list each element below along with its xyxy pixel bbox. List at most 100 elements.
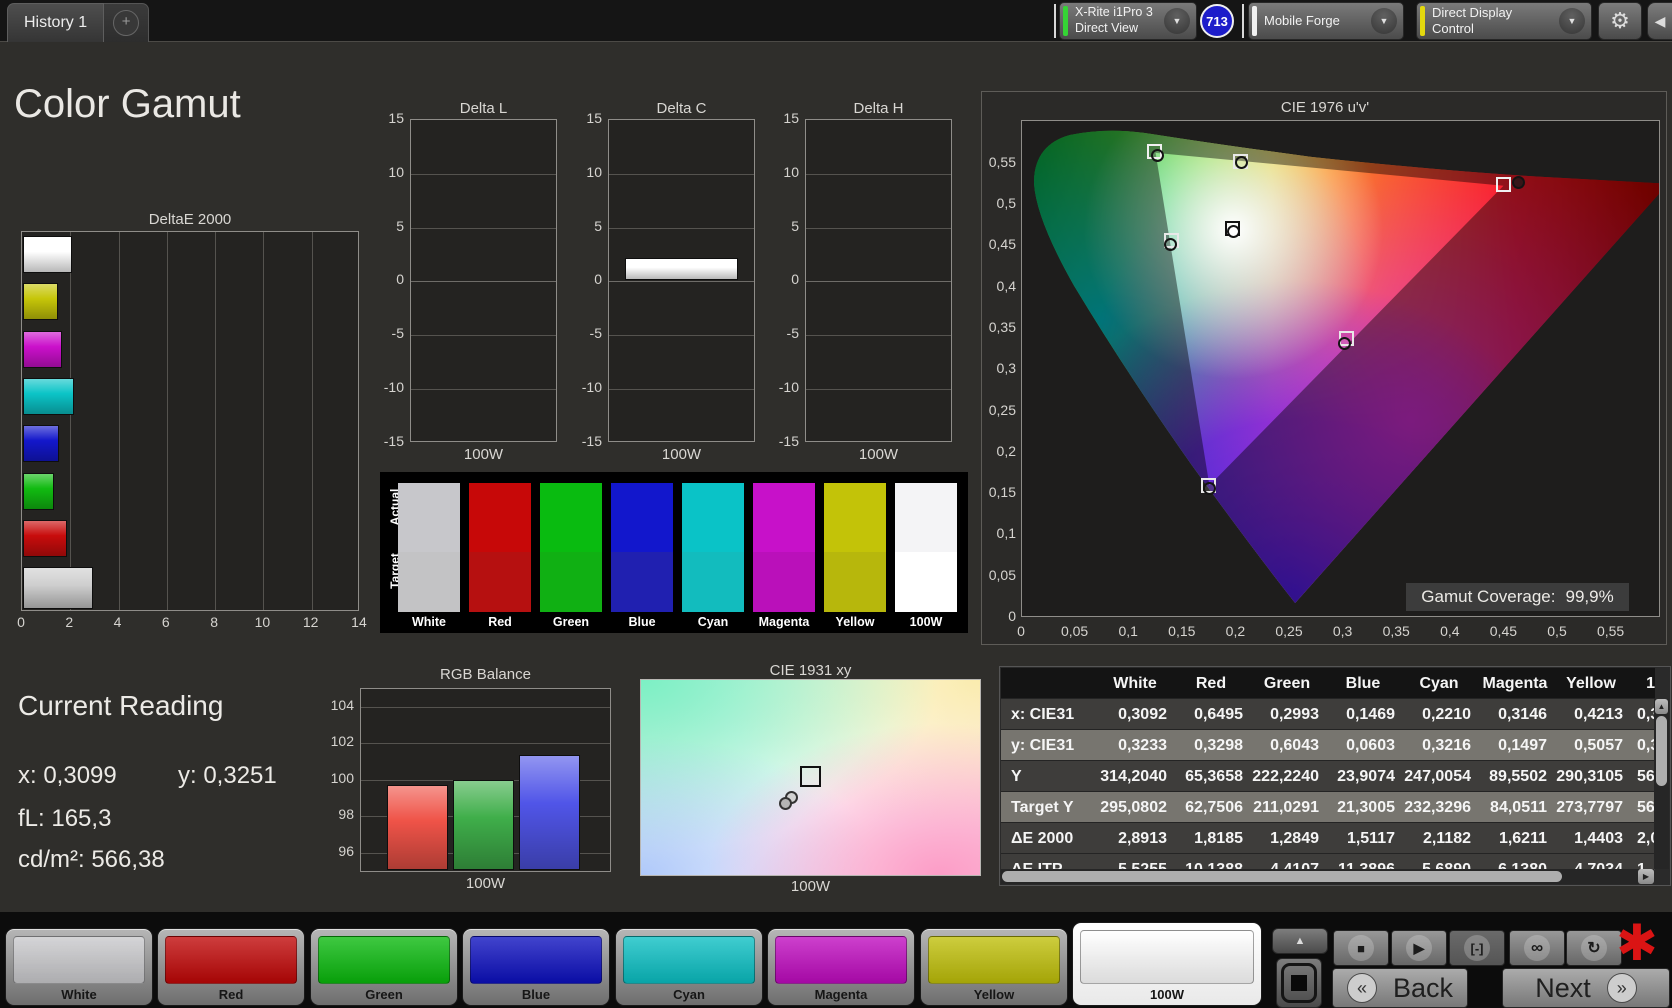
reading-point-marker [779, 797, 792, 810]
collapse-panel-button[interactable]: ◀ [1647, 2, 1672, 40]
green-primary-dot [1151, 148, 1164, 162]
top-bar: History 1 + X-Rite i1Pro 3 Direct View ▼ … [0, 0, 1672, 42]
pattern-up-button[interactable]: ▲ [1272, 928, 1328, 954]
table-header-cell: Red [1195, 675, 1227, 692]
interval-icon: [-] [1464, 935, 1490, 961]
display-control-dropdown-label: Direct Display Control [1432, 4, 1513, 36]
target-swatch-red [469, 552, 531, 612]
table-cell: 5,6890 [1422, 861, 1471, 870]
table-cell-clipped: 56 [1637, 768, 1655, 785]
interval-mode-button[interactable]: [-] [1449, 930, 1505, 966]
add-tab-button[interactable]: + [113, 10, 140, 36]
table-cell: 21,3005 [1337, 799, 1395, 816]
axis-tick-label: 98 [338, 806, 354, 823]
table-cell: 0,1497 [1498, 737, 1547, 754]
axis-tick-label: 104 [330, 697, 354, 713]
table-cell: 0,4213 [1574, 706, 1623, 723]
pattern-button-100w[interactable]: 100W [1072, 922, 1262, 1006]
bar-green [453, 779, 514, 870]
pattern-swatch [775, 936, 907, 984]
scroll-up-button[interactable]: ▲ [1655, 699, 1668, 714]
pattern-button-cyan[interactable]: Cyan [615, 928, 763, 1006]
actual-swatch-yellow [824, 483, 886, 552]
table-row: Target Y 295,0802 62,7506 211,0291 21,3005 23… [1001, 792, 1655, 823]
table-horizontal-scrollbar[interactable]: ▶ [1001, 869, 1654, 884]
current-reading-cd: cd/m²: 566,38 [18, 846, 165, 873]
target-swatch-white [398, 552, 460, 612]
table-row-label: Target Y [1011, 799, 1074, 816]
pattern-swatch [928, 936, 1060, 984]
next-button[interactable]: Next » [1502, 968, 1670, 1008]
table-header-cell: Blue [1345, 675, 1381, 692]
decor [311, 232, 313, 610]
table-cell: 290,3105 [1556, 768, 1623, 785]
pattern-window-button[interactable] [1276, 958, 1322, 1008]
decor [70, 232, 72, 610]
table-row: y: CIE31 0,3233 0,3298 0,6043 0,0603 0,3216 0,… [1001, 730, 1655, 761]
delta-h-title: Delta H [853, 100, 904, 117]
deltae-chart [21, 231, 359, 611]
pattern-button-white[interactable]: White [5, 928, 153, 1006]
decor [806, 335, 951, 337]
horizontal-scroll-thumb[interactable] [1002, 871, 1562, 882]
axis-tick-label: 0,45 [1489, 623, 1518, 639]
pattern-button-green[interactable]: Green [310, 928, 458, 1006]
axis-tick-label: 15 [783, 110, 799, 126]
axis-tick-label: 0,4 [996, 277, 1016, 294]
next-button-label: Next [1535, 972, 1591, 1003]
axis-tick-label: 102 [330, 733, 354, 750]
axis-tick-label: 0,3 [1332, 623, 1353, 639]
pattern-button-magenta[interactable]: Magenta [767, 928, 915, 1006]
axis-tick-label: 0,2 [1225, 623, 1246, 639]
settings-button[interactable]: ⚙ [1598, 2, 1642, 40]
meter-dropdown-label: X-Rite i1Pro 3 Direct View [1075, 5, 1153, 35]
axis-tick-label: 0,55 [1596, 623, 1625, 639]
decor [609, 281, 754, 283]
table-header-cell: Green [1263, 675, 1311, 692]
source-dropdown[interactable]: Mobile Forge ▼ [1248, 2, 1404, 40]
decor [118, 232, 120, 610]
pattern-button-yellow[interactable]: Yellow [920, 928, 1068, 1006]
decor [806, 227, 951, 229]
axis-tick-label: 10 [254, 614, 271, 630]
back-button[interactable]: « Back [1332, 968, 1468, 1008]
chevrons-left-icon: « [1346, 973, 1377, 1003]
table-row-label: x: CIE31 [1011, 706, 1075, 723]
arrow-up-icon: ▲ [1294, 935, 1306, 947]
scroll-right-button[interactable]: ▶ [1638, 869, 1654, 884]
target-swatch-yellow [824, 552, 886, 612]
alert-asterisk-button[interactable]: ✱ [1616, 914, 1658, 972]
pattern-button-red[interactable]: Red [157, 928, 305, 1006]
axis-tick-label: 14 [351, 614, 367, 630]
table-cell: 1,4403 [1574, 830, 1623, 847]
pattern-button-label: Magenta [814, 987, 868, 1002]
vertical-scroll-thumb[interactable] [1656, 716, 1667, 786]
table-cell: 5,5255 [1118, 861, 1167, 870]
table-header-cell: 100W [1646, 675, 1655, 692]
axis-tick-label: 0 [791, 271, 799, 288]
pattern-button-blue[interactable]: Blue [462, 928, 610, 1006]
stop-button[interactable]: ■ [1333, 930, 1389, 966]
tab-group: History 1 + [7, 3, 150, 42]
table-cell: 0,0603 [1346, 737, 1395, 754]
continuous-read-button[interactable]: ∞ [1509, 930, 1565, 966]
actual-swatch-blue [611, 483, 673, 552]
table-vertical-scrollbar[interactable]: ▲ [1654, 699, 1669, 869]
play-icon: ▶ [1406, 935, 1432, 961]
refresh-button[interactable]: ↻ [1566, 930, 1622, 966]
axis-tick-label: 6 [161, 614, 170, 630]
meter-dropdown[interactable]: X-Rite i1Pro 3 Direct View ▼ [1059, 2, 1197, 40]
display-control-dropdown[interactable]: Direct Display Control ▼ [1416, 2, 1592, 40]
chevron-left-icon: ◀ [1654, 12, 1666, 29]
swatch-label: Red [488, 615, 512, 629]
delta-l-xlabel: 100W [463, 446, 504, 463]
play-button[interactable]: ▶ [1391, 930, 1447, 966]
tab-history-1[interactable]: History 1 [7, 3, 105, 42]
white-point-dot [1227, 224, 1241, 238]
table-header-cell: Magenta [1482, 675, 1548, 692]
axis-tick-label: 2 [65, 614, 74, 630]
axis-tick-label: 0,15 [1168, 623, 1196, 639]
table-cell-clipped: 56 [1637, 799, 1655, 816]
table-cell: 1,2849 [1270, 830, 1319, 847]
delta-c-chart [608, 119, 755, 442]
